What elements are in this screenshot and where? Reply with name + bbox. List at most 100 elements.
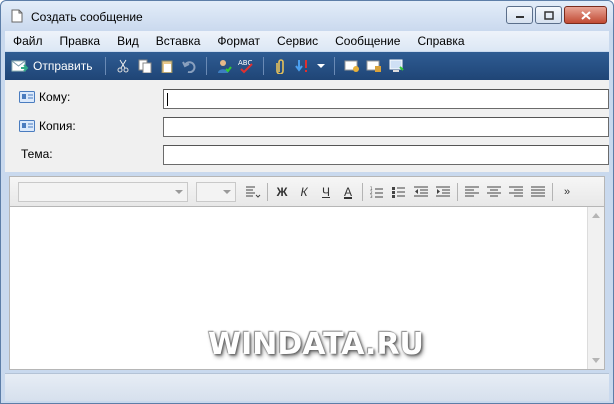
font-size-select[interactable] [196, 181, 236, 202]
text-caret [167, 93, 168, 106]
window-controls [506, 6, 607, 24]
format-separator [457, 182, 458, 201]
close-icon [580, 10, 591, 20]
format-toolbar: Ж К Ч А 123 » [9, 176, 605, 206]
cc-label-group[interactable]: Копия: [19, 119, 76, 133]
menu-bar: Файл Правка Вид Вставка Формат Сервис Со… [5, 31, 609, 51]
menu-insert[interactable]: Вставка [148, 34, 209, 48]
sign-button[interactable] [341, 55, 363, 77]
increase-indent-button[interactable] [432, 181, 454, 203]
copy-button[interactable] [134, 55, 156, 77]
more-format-button[interactable]: » [556, 181, 578, 203]
copy-icon [138, 59, 152, 73]
align-center-icon [487, 186, 501, 196]
menu-tools[interactable]: Сервис [269, 34, 326, 48]
subject-field[interactable] [163, 145, 609, 165]
address-book-icon [19, 120, 35, 132]
subject-label: Тема: [21, 147, 53, 161]
cut-icon [117, 59, 129, 73]
format-separator [362, 182, 363, 201]
check-names-icon [217, 60, 232, 73]
bold-button[interactable]: Ж [271, 181, 293, 203]
format-separator [267, 182, 268, 201]
spelling-button[interactable]: ABC [235, 55, 257, 77]
toolbar-separator [205, 57, 207, 75]
encrypt-button[interactable] [363, 55, 385, 77]
to-label-group[interactable]: Кому: [19, 90, 70, 104]
format-separator [552, 182, 553, 201]
header-fields: Кому: Копия: Тема: [5, 80, 609, 172]
undo-button[interactable] [178, 55, 200, 77]
underline-button[interactable]: Ч [315, 181, 337, 203]
align-left-icon [465, 186, 479, 196]
new-message-icon [11, 9, 23, 23]
scroll-down-icon[interactable] [592, 358, 600, 363]
undo-icon [181, 61, 195, 73]
cc-label: Копия: [39, 119, 76, 133]
numbered-list-icon: 123 [370, 186, 383, 198]
bullet-list-icon [392, 186, 405, 198]
dropdown-icon [316, 64, 325, 68]
title-bar[interactable]: Создать сообщение [1, 1, 613, 31]
italic-button[interactable]: К [293, 181, 315, 203]
maximize-icon [543, 10, 554, 20]
justify-icon [531, 186, 545, 196]
send-icon [11, 60, 29, 72]
compose-window: Создать сообщение Файл Правка Вид Вставк… [0, 0, 614, 404]
align-center-button[interactable] [483, 181, 505, 203]
bullet-list-button[interactable] [388, 181, 410, 203]
increase-indent-icon [436, 186, 450, 196]
decrease-indent-button[interactable] [410, 181, 432, 203]
paste-icon [161, 60, 173, 73]
subject-label-group: Тема: [21, 147, 53, 161]
address-book-icon [19, 91, 35, 103]
cc-field[interactable] [163, 117, 609, 137]
toolbar-separator [262, 57, 264, 75]
to-field[interactable] [163, 89, 609, 109]
cut-button[interactable] [112, 55, 134, 77]
menu-file[interactable]: Файл [5, 34, 51, 48]
offline-button[interactable] [385, 55, 407, 77]
send-button[interactable]: Отправить [9, 55, 99, 77]
sign-icon [344, 60, 359, 72]
justify-button[interactable] [527, 181, 549, 203]
priority-icon [294, 60, 307, 72]
encrypt-icon [366, 60, 381, 72]
priority-dropdown[interactable] [314, 55, 328, 77]
toolbar-separator [333, 57, 335, 75]
align-left-button[interactable] [461, 181, 483, 203]
paste-button[interactable] [156, 55, 178, 77]
priority-button[interactable] [292, 55, 314, 77]
vertical-scrollbar[interactable] [587, 207, 604, 369]
font-color-button[interactable]: А [337, 181, 359, 203]
menu-edit[interactable]: Правка [52, 34, 109, 48]
paragraph-style-icon [246, 186, 261, 198]
minimize-icon [515, 16, 524, 18]
paragraph-style-button[interactable] [242, 181, 264, 203]
scroll-up-icon[interactable] [592, 213, 600, 218]
align-right-button[interactable] [505, 181, 527, 203]
window-title: Создать сообщение [31, 10, 143, 24]
to-label: Кому: [39, 90, 71, 104]
menu-view[interactable]: Вид [109, 34, 147, 48]
close-button[interactable] [564, 6, 607, 24]
chevron-down-icon [175, 189, 183, 194]
chevron-down-icon [223, 189, 231, 194]
menu-message[interactable]: Сообщение [327, 34, 408, 48]
menu-help[interactable]: Справка [409, 34, 472, 48]
numbered-list-button[interactable]: 123 [366, 181, 388, 203]
menu-format[interactable]: Формат [209, 34, 268, 48]
offline-icon [389, 59, 404, 72]
toolbar-separator [104, 57, 106, 75]
decrease-indent-icon [414, 186, 428, 196]
check-names-button[interactable] [213, 55, 235, 77]
svg-text:3: 3 [370, 194, 373, 198]
main-toolbar: Отправить ABC [5, 52, 609, 80]
message-body-editor[interactable]: WINDATA.RU [9, 206, 605, 370]
font-name-select[interactable] [18, 181, 188, 202]
attach-button[interactable] [270, 55, 292, 77]
watermark-text: WINDATA.RU [208, 327, 424, 362]
maximize-button[interactable] [535, 6, 562, 24]
minimize-button[interactable] [506, 6, 533, 24]
align-right-icon [509, 186, 523, 196]
